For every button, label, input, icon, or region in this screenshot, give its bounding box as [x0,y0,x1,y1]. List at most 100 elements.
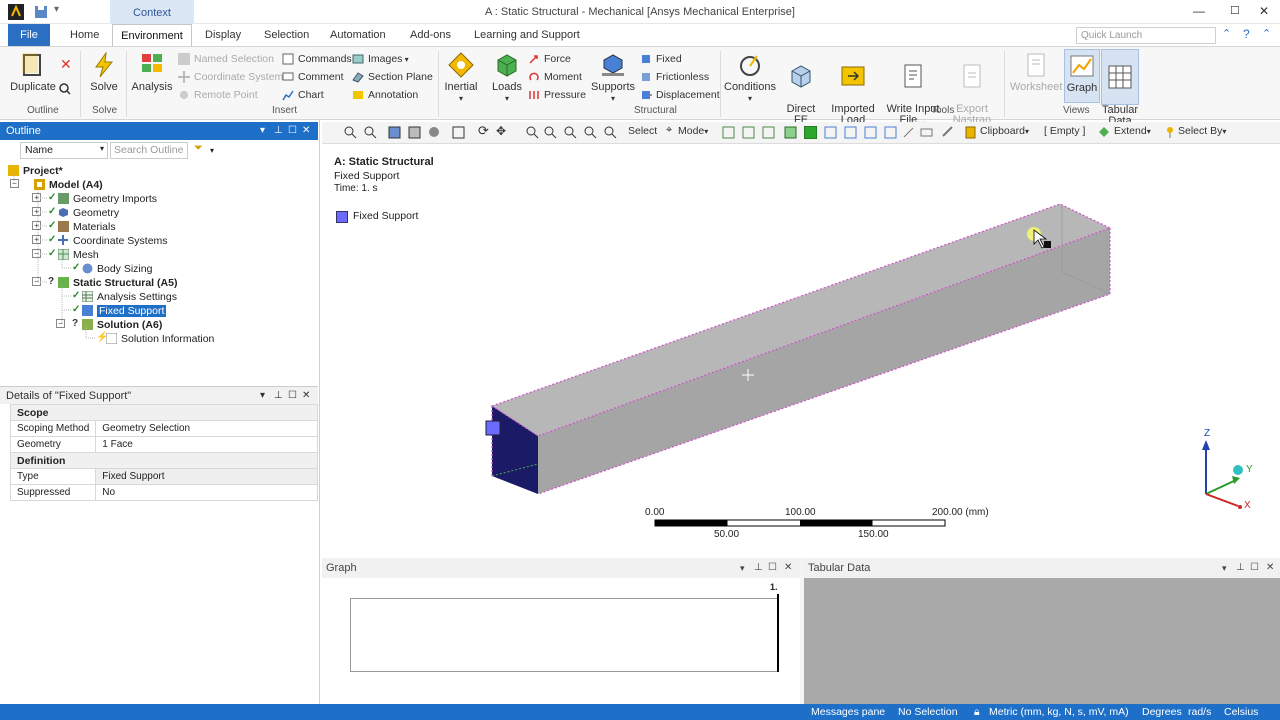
tabular-data-button[interactable]: Tabular Data [1101,49,1139,127]
scoping-method-value[interactable]: Geometry Selection [95,420,318,437]
inertial-button[interactable]: Inertial ▾ [442,52,480,104]
imported-load-button[interactable]: Imported Load [828,52,878,126]
coordinate-system-button[interactable]: Coordinate System [178,69,283,85]
close-pane-icon[interactable]: ✕ [302,387,310,405]
pane-menu-icon[interactable]: ▾ [1222,558,1227,578]
angle-units-status[interactable]: Degrees [1142,704,1182,720]
close-pane-icon[interactable]: ✕ [784,558,792,578]
beam-model[interactable] [322,144,1280,558]
ruler-icon[interactable] [942,126,955,139]
select-by-dropdown[interactable]: Select By▾ [1178,125,1226,137]
graph-button[interactable]: Graph [1064,49,1100,103]
zoom-box-icon[interactable] [544,126,557,139]
delete-icon[interactable]: ✕ [60,56,72,73]
pin-icon[interactable]: ⊥ [754,558,763,578]
maximize-pane-icon[interactable]: ☐ [288,387,297,405]
tab-selection[interactable]: Selection [258,24,315,46]
frictionless-button[interactable]: Frictionless [640,69,709,85]
worksheet-button[interactable]: Worksheet [1010,52,1062,93]
geometry-value[interactable]: 1 Face [95,436,318,453]
magnifier-icon[interactable] [604,126,617,139]
displacement-button[interactable]: Displacement [640,87,720,103]
select-face-active-icon[interactable] [804,126,817,139]
annotation-button[interactable]: Annotation [352,87,418,103]
comment-button[interactable]: Comment [282,69,344,85]
suppressed-value[interactable]: No [95,484,318,501]
loads-button[interactable]: Loads ▾ [490,52,524,104]
temperature-units-status[interactable]: Celsius [1224,704,1258,720]
tab-automation[interactable]: Automation [324,24,392,46]
clipboard-dropdown[interactable]: Clipboard▾ [980,125,1029,137]
close-icon[interactable]: ✕ [1259,4,1269,18]
commands-button[interactable]: Commands [282,51,352,67]
select-body-icon[interactable] [784,126,797,139]
select-button[interactable]: Select [628,125,657,137]
named-selection-button[interactable]: Named Selection [178,51,274,67]
images-button[interactable]: Images ▾ [352,51,409,67]
select-element-icon[interactable] [844,126,857,139]
close-pane-icon[interactable]: ✕ [1266,558,1274,578]
tab-addons[interactable]: Add-ons [404,24,457,46]
select-face-icon[interactable] [762,126,775,139]
help-icon[interactable]: ? [1243,27,1250,41]
maximize-pane-icon[interactable]: ☐ [1250,558,1259,578]
supports-button[interactable]: Supports ▾ [590,52,636,104]
minimize-icon[interactable]: — [1193,4,1205,18]
tab-display[interactable]: Display [199,24,247,46]
tab-environment[interactable]: Environment [112,24,192,46]
quick-launch-input[interactable]: Quick Launch [1076,27,1216,44]
select-node-icon[interactable] [824,126,837,139]
pan-icon[interactable]: ✥ [496,124,506,138]
remote-point-button[interactable]: Remote Point [178,87,258,103]
units-status[interactable]: Metric (mm, kg, N, s, mV, mA) [989,704,1129,720]
view-options-icon[interactable] [428,126,441,139]
analysis-button[interactable]: Analysis [130,52,174,93]
probe-icon[interactable] [902,126,915,139]
maximize-pane-icon[interactable]: ☐ [768,558,777,578]
messages-pane-status[interactable]: Messages pane [811,704,885,720]
wireframe-view-icon[interactable] [408,126,421,139]
graph-area[interactable]: 1. [322,578,800,704]
pin-icon[interactable]: ⊥ [274,387,283,405]
direct-fe-button[interactable]: Direct FE [784,52,818,126]
moment-button[interactable]: Moment [528,69,582,85]
select-edge-icon[interactable] [742,126,755,139]
extend-dropdown[interactable]: Extend▾ [1114,125,1151,137]
zoom-icon[interactable] [526,126,539,139]
pane-menu-icon[interactable]: ▾ [260,387,265,405]
details-group-scope[interactable]: Scope [10,404,318,421]
zoom-to-selection-icon[interactable] [584,126,597,139]
zoom-in-icon[interactable] [344,126,357,139]
graphics-viewport[interactable]: A: Static Structural Fixed Support Time:… [322,144,1280,558]
zoom-out-icon[interactable] [364,126,377,139]
pressure-button[interactable]: Pressure [528,87,586,103]
mode-dropdown[interactable]: Mode▾ [678,125,708,137]
force-button[interactable]: Force [528,51,571,67]
rotate-icon[interactable]: ⟳ [478,123,489,139]
zoom-fit-icon[interactable] [564,126,577,139]
solve-button[interactable]: Solve [86,52,122,93]
chart-button[interactable]: Chart [282,87,324,103]
ribbon-options-icon[interactable]: ⌃ [1262,27,1271,40]
shaded-view-icon[interactable] [388,126,401,139]
conditions-button[interactable]: Conditions ▾ [724,52,776,104]
maximize-icon[interactable]: ☐ [1230,4,1240,17]
select-mesh-icon[interactable] [884,126,897,139]
label-icon[interactable] [920,126,933,139]
tab-file[interactable]: File [8,24,50,46]
tab-home[interactable]: Home [64,24,105,46]
details-group-definition[interactable]: Definition [10,452,318,469]
fixed-button[interactable]: Fixed [640,51,682,67]
pin-icon[interactable]: ⊥ [1236,558,1245,578]
duplicate-button[interactable]: Duplicate [10,52,56,93]
find-icon[interactable] [59,83,71,95]
select-element-face-icon[interactable] [864,126,877,139]
section-plane-button[interactable]: Section Plane [352,69,433,85]
rotational-units-status[interactable]: rad/s [1188,704,1211,720]
pane-menu-icon[interactable]: ▾ [740,558,745,578]
tabular-data-area[interactable] [804,578,1280,704]
select-vertex-icon[interactable] [722,126,735,139]
collapse-ribbon-icon[interactable]: ⌃ [1222,27,1231,40]
tab-learning[interactable]: Learning and Support [468,24,586,46]
box-select-icon[interactable] [452,126,465,139]
